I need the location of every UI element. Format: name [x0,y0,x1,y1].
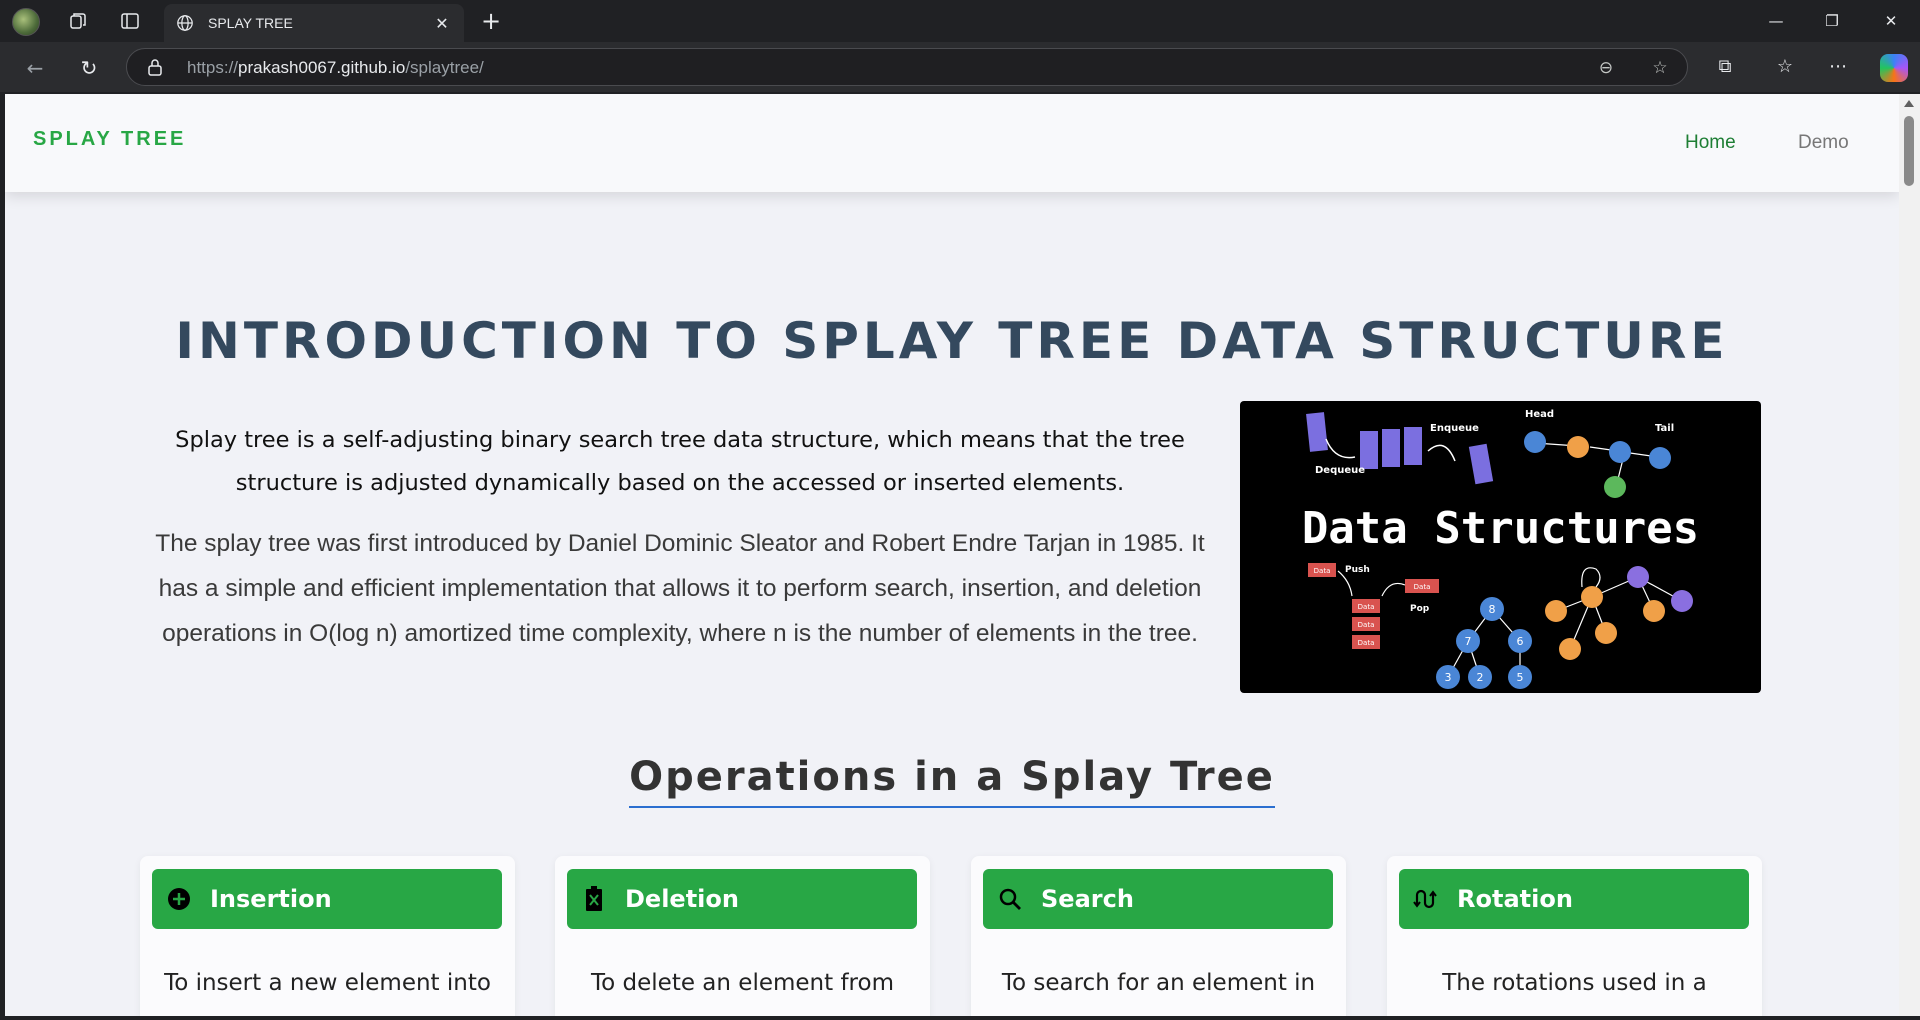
copilot-icon[interactable] [1880,54,1908,82]
page-title: INTRODUCTION TO SPLAY TREE DATA STRUCTUR… [175,312,1729,370]
tab-title: SPLAY TREE [208,15,293,31]
stack-data-label: Data [1414,583,1431,591]
page-viewport: SPLAY TREE Home Demo INTRODUCTION TO SPL… [5,94,1899,1016]
favorites-icon[interactable]: ☆ [1772,54,1798,80]
card-title: Deletion [625,885,739,913]
url-text[interactable]: https://prakash0067.github.io/splaytree/ [187,58,484,78]
tree-node-label: 7 [1465,635,1472,648]
address-bar[interactable]: https://prakash0067.github.io/splaytree/… [126,48,1688,86]
card-description: To delete an element from [591,970,894,996]
card-title: Search [1041,885,1134,913]
card-header: Rotation [1399,869,1749,929]
back-arrow-icon[interactable]: ← [22,55,48,81]
new-tab-button[interactable]: + [478,8,504,34]
stack-data-label: Data [1358,603,1375,611]
close-window-button[interactable]: ✕ [1868,8,1914,34]
operations-heading: Operations in a Splay Tree [5,754,1899,808]
profile-avatar[interactable] [12,8,40,36]
operation-card-insertion: Insertion To insert a new element into [140,856,515,1016]
close-tab-icon[interactable]: ✕ [432,14,452,33]
minimize-button[interactable]: — [1753,8,1799,34]
reading-view-icon[interactable]: ⊖ [1595,57,1617,79]
more-options-icon[interactable]: ⋯ [1825,54,1851,80]
trash-icon [581,886,607,912]
operation-card-search: Search To search for an element in [971,856,1346,1016]
operation-card-deletion: Deletion To delete an element from [555,856,930,1016]
restore-button[interactable]: ❐ [1809,8,1855,34]
nav-link-home[interactable]: Home [1685,132,1736,154]
site-brand[interactable]: SPLAY TREE [33,128,186,151]
tree-node-label: 5 [1517,671,1524,684]
vertical-tabs-icon[interactable] [118,9,142,33]
card-header: Insertion [152,869,502,929]
scrollbar-thumb[interactable] [1904,116,1914,186]
stack-data-label: Data [1314,567,1331,575]
card-description: To insert a new element into [164,970,491,996]
favorite-star-icon[interactable]: ☆ [1649,57,1671,79]
card-header: Deletion [567,869,917,929]
tree-node-label: 6 [1517,635,1524,648]
dequeue-label: Dequeue [1315,465,1365,476]
pop-label: Pop [1410,604,1430,614]
site-navbar: SPLAY TREE Home Demo [5,94,1899,192]
operation-card-rotation: Rotation The rotations used in a [1387,856,1762,1016]
browser-toolbar: ← ↻ https://prakash0067.github.io/splayt… [0,42,1920,92]
page-scrollbar[interactable] [1899,94,1920,1016]
data-structures-image: Dequeue Enqueue Head Tail Push Pop 8 7 6… [1240,401,1761,693]
intro-text: Splay tree is a self-adjusting binary se… [140,419,1220,656]
search-icon [997,886,1023,912]
globe-icon [177,15,193,31]
head-label: Head [1525,409,1554,420]
tail-label: Tail [1655,423,1674,434]
card-header: Search [983,869,1333,929]
workspaces-icon[interactable] [66,9,90,33]
intro-body-paragraph: The splay tree was first introduced by D… [155,530,1205,647]
card-description: The rotations used in a [1442,970,1707,996]
lock-icon[interactable] [147,58,163,76]
card-description: To search for an element in [1001,970,1316,996]
intro-lead-paragraph: Splay tree is a self-adjusting binary se… [175,427,1185,496]
image-caption: Data Structures [1301,503,1700,554]
enqueue-label: Enqueue [1430,423,1479,434]
scroll-up-arrow-icon[interactable] [1904,100,1914,107]
tab-splay-tree[interactable]: SPLAY TREE ✕ [164,4,464,42]
refresh-icon[interactable]: ↻ [76,55,102,81]
nav-link-demo[interactable]: Demo [1798,132,1849,154]
stack-data-label: Data [1358,639,1375,647]
tree-node-label: 3 [1445,671,1452,684]
card-title: Insertion [210,885,332,913]
rotation-icon [1413,886,1439,912]
plus-circle-icon [166,886,192,912]
tree-node-label: 2 [1477,671,1484,684]
browser-tab-bar: SPLAY TREE ✕ + — ❐ ✕ [0,0,1920,42]
card-title: Rotation [1457,885,1573,913]
stack-data-label: Data [1358,621,1375,629]
extensions-icon[interactable]: ⧉ [1712,54,1738,80]
push-label: Push [1345,565,1370,575]
tree-node-label: 8 [1489,603,1496,616]
